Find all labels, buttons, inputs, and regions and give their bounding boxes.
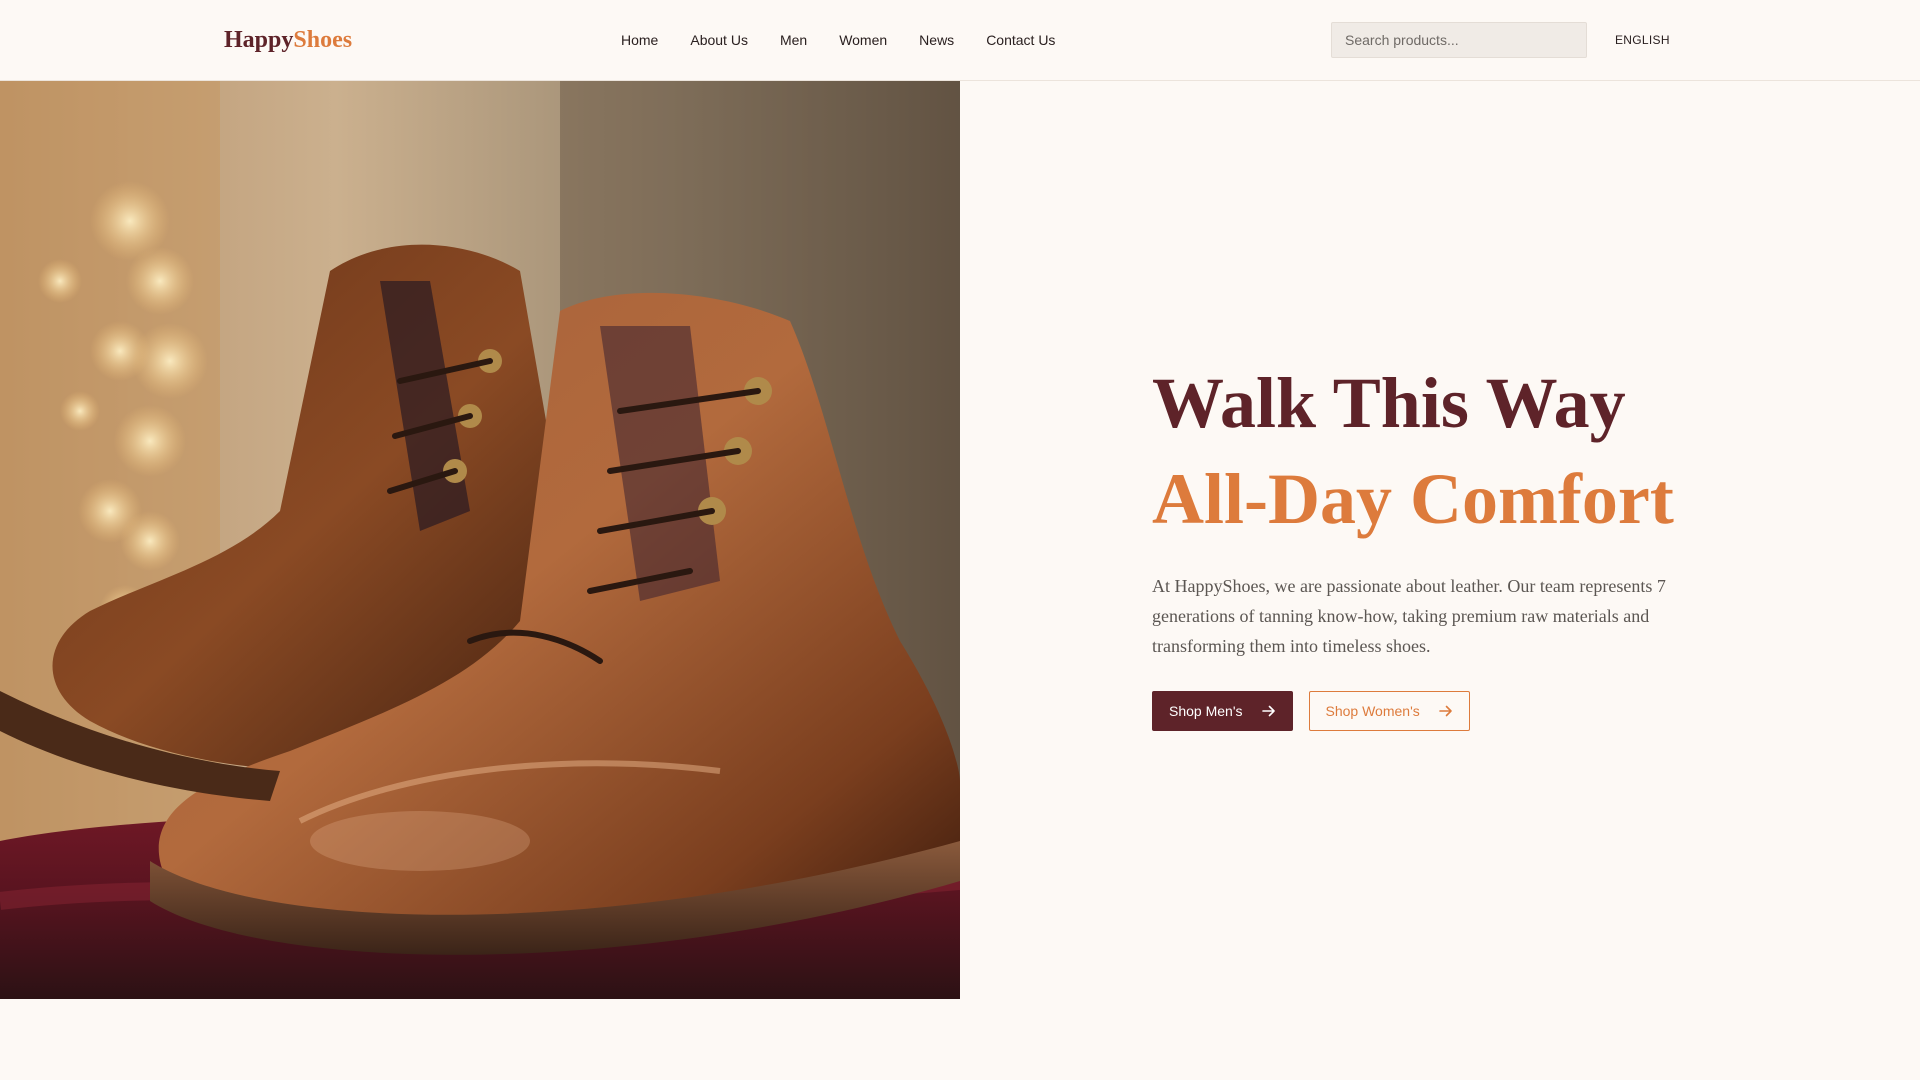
nav-item-about-us[interactable]: About Us (690, 31, 748, 49)
logo-part-shoes: Shoes (293, 27, 353, 53)
hero-buttons: Shop Men's Shop Women's (1152, 691, 1712, 731)
logo-part-happy: Happy (224, 27, 294, 53)
language-selector[interactable]: ENGLISH (1615, 33, 1670, 47)
hero-description: At HappyShoes, we are passionate about l… (1152, 576, 1666, 656)
arrow-right-icon (1438, 704, 1453, 718)
nav-item-news[interactable]: News (919, 31, 954, 49)
shop-mens-button[interactable]: Shop Men's (1152, 691, 1293, 731)
shop-mens-label: Shop Men's (1169, 703, 1243, 719)
search-input[interactable] (1331, 22, 1587, 58)
leather-boots-photo (0, 81, 960, 999)
hero-image (0, 81, 960, 999)
logo[interactable]: HappyShoes (224, 24, 352, 56)
main-nav: Home About Us Men Women News Contact Us (621, 31, 1055, 49)
hero-title: Walk This Way (1152, 363, 1626, 443)
shop-womens-button[interactable]: Shop Women's (1308, 691, 1470, 731)
nav-item-contact-us[interactable]: Contact Us (986, 31, 1055, 49)
arrow-right-icon (1261, 704, 1276, 718)
shop-womens-label: Shop Women's (1325, 703, 1420, 719)
hero-subtitle: All-Day Comfort (1152, 459, 1674, 539)
site-header: HappyShoes Home About Us Men Women News … (0, 0, 1920, 81)
nav-item-men[interactable]: Men (780, 31, 807, 49)
hero-content: Walk This Way All-Day Comfort At HappySh… (1152, 355, 1712, 731)
nav-item-home[interactable]: Home (621, 31, 658, 49)
nav-item-women[interactable]: Women (839, 31, 887, 49)
